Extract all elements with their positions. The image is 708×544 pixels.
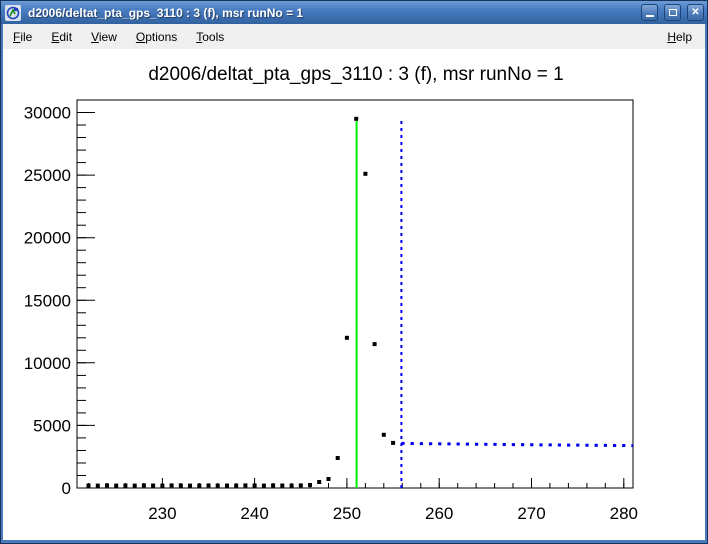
- data-point: [160, 484, 164, 488]
- root-logo-icon: [5, 5, 21, 21]
- x-axis-label: 270: [517, 504, 545, 523]
- plot-frame: [77, 100, 633, 488]
- data-point: [105, 483, 109, 487]
- x-axis-label: 280: [610, 504, 638, 523]
- title-bar[interactable]: d2006/deltat_pta_gps_3110 : 3 (f), msr r…: [1, 1, 707, 24]
- data-point: [317, 480, 321, 484]
- maximize-icon: [669, 9, 677, 16]
- data-point: [299, 483, 303, 487]
- menu-item-file[interactable]: File: [5, 26, 40, 48]
- data-point: [382, 433, 386, 437]
- minimize-icon: [646, 15, 654, 17]
- menu-bar: FileEditViewOptionsTools Help: [3, 24, 705, 49]
- menu-item-view[interactable]: View: [83, 26, 125, 48]
- data-point: [280, 484, 284, 488]
- canvas-area[interactable]: d2006/deltat_pta_gps_3110 : 3 (f), msr r…: [3, 49, 705, 540]
- data-point: [336, 456, 340, 460]
- y-axis-label: 25000: [24, 166, 71, 185]
- data-point: [87, 484, 91, 488]
- menu-item-tools[interactable]: Tools: [188, 26, 232, 48]
- close-button[interactable]: ✕: [687, 4, 704, 21]
- y-axis-label: 15000: [24, 291, 71, 310]
- chart-canvas[interactable]: d2006/deltat_pta_gps_3110 : 3 (f), msr r…: [3, 49, 705, 544]
- data-point: [123, 484, 127, 488]
- data-point: [327, 477, 331, 481]
- data-point: [271, 483, 275, 487]
- data-point: [133, 484, 137, 488]
- data-point: [253, 484, 257, 488]
- data-point: [391, 441, 395, 445]
- close-icon: ✕: [691, 7, 699, 18]
- data-point: [188, 484, 192, 488]
- data-point: [345, 336, 349, 340]
- plot-title: d2006/deltat_pta_gps_3110 : 3 (f), msr r…: [148, 64, 563, 85]
- data-point: [262, 484, 266, 488]
- x-axis-label: 260: [425, 504, 453, 523]
- x-axis-label: 250: [333, 504, 361, 523]
- data-point: [96, 484, 100, 488]
- y-axis-label: 5000: [33, 416, 71, 435]
- data-point: [363, 172, 367, 176]
- menu-item-options[interactable]: Options: [128, 26, 185, 48]
- theory-line: [401, 443, 633, 445]
- x-axis-label: 230: [148, 504, 176, 523]
- minimize-button[interactable]: [641, 4, 658, 21]
- maximize-button[interactable]: [664, 4, 681, 21]
- window-title: d2006/deltat_pta_gps_3110 : 3 (f), msr r…: [25, 6, 635, 20]
- x-axis-label: 240: [240, 504, 268, 523]
- data-point: [151, 484, 155, 488]
- data-point: [179, 484, 183, 488]
- data-point: [308, 483, 312, 487]
- y-axis-label: 20000: [24, 229, 71, 248]
- data-point: [216, 484, 220, 488]
- y-axis-label: 10000: [24, 354, 71, 373]
- data-point: [373, 342, 377, 346]
- data-point: [207, 483, 211, 487]
- menu-item-edit[interactable]: Edit: [43, 26, 80, 48]
- data-point: [243, 483, 247, 487]
- data-point: [142, 483, 146, 487]
- data-point: [225, 484, 229, 488]
- data-point: [170, 483, 174, 487]
- data-point: [234, 484, 238, 488]
- data-point: [290, 484, 294, 488]
- data-point: [197, 484, 201, 488]
- menu-item-help[interactable]: Help: [659, 26, 700, 48]
- data-point: [354, 117, 358, 121]
- y-axis-label: 0: [62, 479, 71, 498]
- y-axis-label: 30000: [24, 104, 71, 123]
- data-point: [114, 484, 118, 488]
- application-window: d2006/deltat_pta_gps_3110 : 3 (f), msr r…: [0, 0, 708, 544]
